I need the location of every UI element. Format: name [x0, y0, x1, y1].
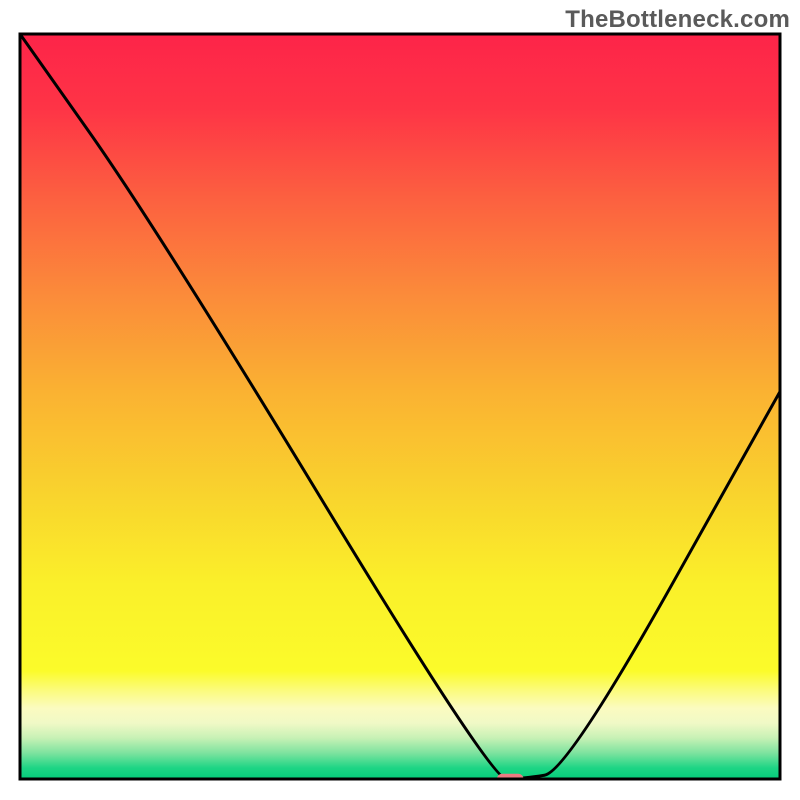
plot-background — [20, 34, 780, 779]
bottleneck-chart — [0, 0, 800, 800]
watermark-label: TheBottleneck.com — [565, 6, 790, 34]
chart-frame: TheBottleneck.com — [0, 0, 800, 800]
